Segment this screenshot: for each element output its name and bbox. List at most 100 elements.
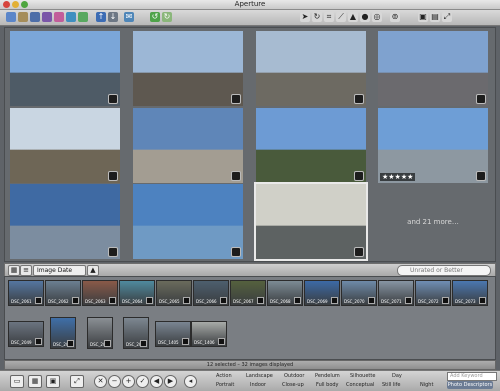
viewer-icon[interactable]: ▣	[418, 12, 428, 22]
keyword-conceptual[interactable]: Conceptual	[346, 382, 374, 389]
browser-thumbnail[interactable]: DSC_1405	[155, 321, 191, 347]
badge-icon	[331, 297, 338, 304]
keyword-outdoor[interactable]: Outdoor	[284, 373, 304, 380]
adjust-icon[interactable]: ⊚	[390, 12, 400, 22]
badge-icon	[67, 340, 74, 347]
keyword-landscape[interactable]: Landscape	[246, 373, 273, 380]
window-title: Aperture	[234, 0, 266, 8]
fullscreen-button[interactable]: ⤢	[70, 375, 84, 388]
straighten-tool-icon[interactable]: ⟋	[336, 12, 346, 22]
browser-thumbnail[interactable]: DSC_2072	[415, 280, 451, 306]
viewer-photo[interactable]	[10, 31, 120, 106]
keyword-portrait[interactable]: Portrait	[216, 382, 234, 389]
browser-thumbnail[interactable]: DSC_2065	[156, 280, 192, 306]
select-tool-icon[interactable]: ➤	[300, 12, 310, 22]
browser-thumbnail[interactable]: DSC_2070	[341, 280, 377, 306]
badge-icon	[354, 247, 364, 257]
browser-thumbnail[interactable]: DSC_2049	[8, 321, 44, 347]
stamp-tool-icon[interactable]: ●	[360, 12, 370, 22]
browser-thumbnail[interactable]: DSC_2053	[123, 317, 149, 349]
lift-tool-icon[interactable]: ▲	[348, 12, 358, 22]
browser-thumbnail[interactable]: DSC_2068	[267, 280, 303, 306]
next-button[interactable]: ▶	[164, 375, 177, 388]
browser-thumbnail[interactable]: DSC_2063	[82, 280, 118, 306]
browser-thumbnail[interactable]: DSC_2069	[304, 280, 340, 306]
browser-thumbnail[interactable]: DSC_2067	[230, 280, 266, 306]
badge-icon	[368, 297, 375, 304]
badge-icon	[476, 94, 486, 104]
book-icon[interactable]	[66, 12, 76, 22]
web-icon[interactable]	[78, 12, 88, 22]
keyword-prev-button[interactable]: ◂	[184, 375, 197, 388]
rate-up-button[interactable]: +	[122, 375, 135, 388]
badge-icon	[354, 94, 364, 104]
browser-thumbnail[interactable]: DSC_2073	[452, 280, 488, 306]
browser-thumbnail[interactable]: DSC_2064	[119, 280, 155, 306]
keyword-pendelum[interactable]: Pendelum	[315, 373, 340, 380]
badge-icon	[108, 247, 118, 257]
sort-dropdown[interactable]: Image Date	[33, 265, 86, 276]
loupe-icon[interactable]: ◎	[372, 12, 382, 22]
viewer-photo[interactable]: ★★★★★	[378, 108, 488, 183]
select-button[interactable]: ✓	[136, 375, 149, 388]
keyword-close-up[interactable]: Close-up	[282, 382, 304, 389]
browser-button[interactable]: ▦	[28, 375, 42, 388]
viewer-photo-selected[interactable]	[254, 182, 368, 261]
project-panel-button[interactable]: ▭	[10, 375, 24, 388]
viewer-photo[interactable]	[10, 108, 120, 183]
project-icon[interactable]	[6, 12, 16, 22]
thumbnail-label: DSC_2064	[122, 299, 143, 304]
keyword-silhouette[interactable]: Silhouette	[350, 373, 375, 380]
viewer-photo[interactable]	[133, 184, 243, 259]
browser-thumbnail[interactable]: DSC_2052	[87, 317, 113, 349]
album-icon[interactable]	[30, 12, 40, 22]
rate-down-button[interactable]: −	[108, 375, 121, 388]
keyword-night[interactable]: Night	[420, 382, 433, 389]
import-icon[interactable]: ↑	[96, 12, 106, 22]
badge-icon	[479, 297, 486, 304]
viewer-photo[interactable]	[256, 108, 366, 183]
badge-icon	[405, 297, 412, 304]
keyword-day[interactable]: Day	[392, 373, 402, 380]
filter-field[interactable]: Unrated or Better	[397, 265, 491, 276]
keyword-indoor[interactable]: Indoor	[250, 382, 266, 389]
sort-order-button[interactable]: ▲	[87, 265, 99, 276]
rotate-tool-icon[interactable]: ↻	[312, 12, 322, 22]
viewer-button[interactable]: ▣	[46, 375, 60, 388]
badge-icon	[104, 340, 111, 347]
browser-thumbnail[interactable]: DSC_2061	[8, 280, 44, 306]
keyword-full-body[interactable]: Full body	[316, 382, 339, 389]
viewer-photo[interactable]	[256, 31, 366, 106]
light-table-icon[interactable]	[54, 12, 64, 22]
grid-view-button[interactable]: ▦	[8, 265, 20, 276]
inspector-icon[interactable]: ▤	[430, 12, 440, 22]
browser-thumbnail[interactable]: DSC_2051	[50, 317, 76, 349]
smart-album-icon[interactable]	[42, 12, 52, 22]
keyword-still-life[interactable]: Still life	[382, 382, 401, 389]
email-icon[interactable]: ✉	[124, 12, 134, 22]
folder-icon[interactable]	[18, 12, 28, 22]
list-view-button[interactable]: ≡	[20, 265, 32, 276]
crop-tool-icon[interactable]: ⌗	[324, 12, 334, 22]
thumbnail-label: DSC_2071	[381, 299, 402, 304]
thumbnail-label: DSC_2061	[11, 299, 32, 304]
browser-thumbnail[interactable]: DSC_2062	[45, 280, 81, 306]
browser-thumbnail[interactable]: DSC_2071	[378, 280, 414, 306]
rotate-right-icon[interactable]: ↻	[162, 12, 172, 22]
browser-thumbnail[interactable]: DSC_2066	[193, 280, 229, 306]
reject-button[interactable]: ✕	[94, 375, 107, 388]
viewer-photo[interactable]	[378, 31, 488, 106]
add-keyword-field[interactable]: Add Keyword	[447, 372, 497, 381]
badge-icon	[35, 297, 42, 304]
viewer-photo[interactable]	[133, 31, 243, 106]
fullscreen-icon[interactable]: ⤢	[442, 12, 452, 22]
export-icon[interactable]: ↓	[108, 12, 118, 22]
keyword-action[interactable]: Action	[216, 373, 232, 380]
keyword-preset-selector[interactable]: Photo Descriptors	[447, 381, 493, 389]
previous-button[interactable]: ◀	[150, 375, 163, 388]
rotate-left-icon[interactable]: ↺	[150, 12, 160, 22]
viewer-photo[interactable]	[133, 108, 243, 183]
viewer-photo[interactable]	[10, 184, 120, 259]
browser-thumbnail[interactable]: DSC_1406	[191, 321, 227, 347]
badge-icon	[35, 338, 42, 345]
